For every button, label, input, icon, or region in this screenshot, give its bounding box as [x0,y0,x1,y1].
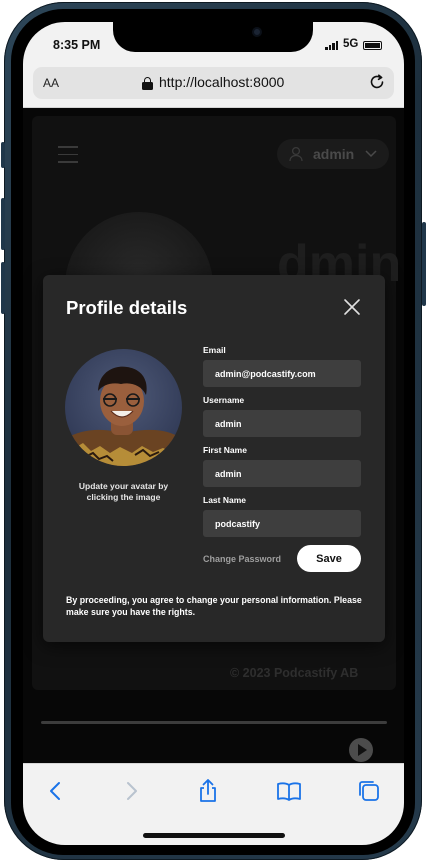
chevron-down-icon [365,150,377,158]
browser-address-area: AA http://localhost:8000 [23,64,404,108]
close-icon[interactable] [343,298,361,316]
last-name-field[interactable] [203,510,361,537]
first-name-field[interactable] [203,460,361,487]
email-label: Email [203,345,226,355]
play-button[interactable] [349,738,373,762]
phone-screen: 8:35 PM 5G AA http://localhost:8000 admi… [23,22,404,845]
address-bar[interactable]: AA http://localhost:8000 [33,67,394,99]
lock-icon [142,77,153,90]
username-field[interactable] [203,410,361,437]
chevron-left-icon[interactable] [43,778,69,804]
consent-text: By proceeding, you agree to change your … [66,595,362,617]
player-progress-bar[interactable] [41,721,387,724]
url-text[interactable]: http://localhost:8000 [159,74,284,90]
home-indicator [143,833,285,838]
chevron-right-icon[interactable] [118,778,144,804]
text-size-button[interactable]: AA [43,76,59,90]
browser-toolbar [23,763,404,845]
email-field[interactable] [203,360,361,387]
modal-title: Profile details [66,297,188,318]
status-time: 8:35 PM [53,38,101,52]
camera-icon [252,27,262,37]
avatar-upload[interactable] [65,349,182,466]
side-button-volume-down [1,262,5,314]
menu-icon[interactable] [58,146,78,163]
side-button-mute [1,142,5,168]
side-button-volume-up [1,198,5,250]
battery-icon [363,41,382,50]
first-name-label: First Name [203,445,247,455]
tabs-icon[interactable] [356,778,382,804]
book-icon[interactable] [276,778,302,804]
profile-details-modal: Profile details Update your avatar by cl… [43,275,385,642]
reload-icon[interactable] [367,72,387,92]
side-button-power [422,222,426,306]
user-icon [289,146,303,162]
status-bar: 8:35 PM 5G [23,22,404,68]
user-menu-button[interactable]: admin [277,139,389,169]
share-icon[interactable] [195,778,221,804]
change-password-link[interactable]: Change Password [203,554,281,564]
save-button[interactable]: Save [297,545,361,572]
network-label: 5G [343,38,359,50]
web-page: admin dmin © 2023 Podcastify AB Profile … [23,108,404,763]
last-name-label: Last Name [203,495,246,505]
notch [113,22,313,52]
avatar-caption: Update your avatar by clicking the image [78,481,169,502]
avatar-image[interactable] [65,349,182,466]
username-label: Username [203,395,245,405]
user-menu-name: admin [313,146,355,162]
signal-icon [325,41,339,50]
copyright-text: © 2023 Podcastify AB [230,666,359,680]
